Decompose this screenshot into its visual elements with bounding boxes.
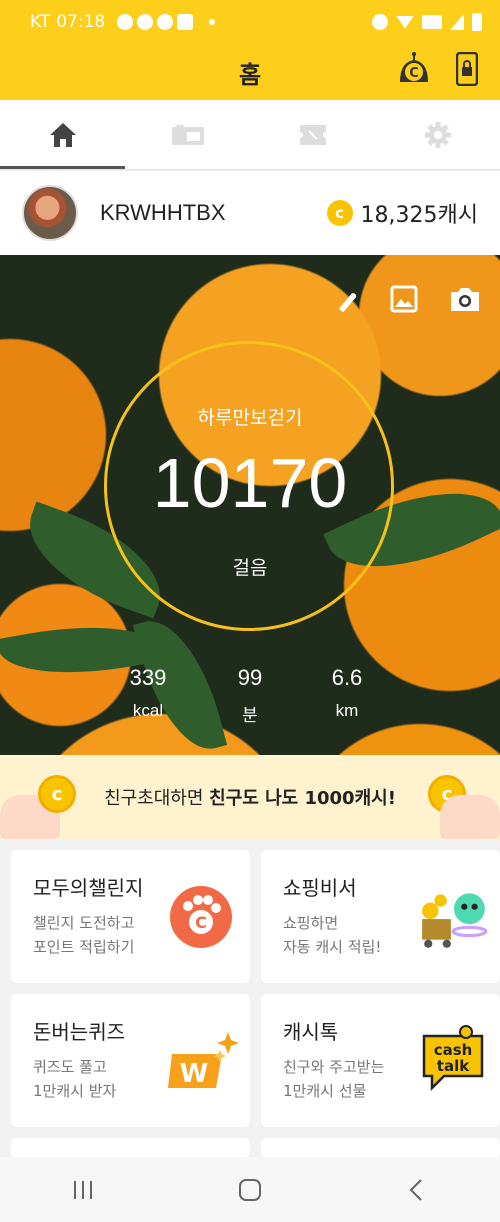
stat-unit: km	[335, 701, 359, 720]
step-count: 10170	[152, 444, 348, 522]
cash-amount: 18,325캐시	[360, 203, 478, 228]
stat-value: 6.6	[331, 665, 363, 690]
invite-text-bold: 친구도 나도 1000캐시!	[209, 788, 396, 809]
card-shopping[interactable]: 쇼핑비서 쇼핑하면 자동 캐시 적립!	[261, 850, 500, 983]
signal-icon	[450, 14, 464, 30]
cashtalk-logo-icon: cash talk	[422, 1025, 484, 1092]
profile-row[interactable]: KRWHHTBX c 18,325캐시	[0, 171, 500, 255]
svg-text:C: C	[195, 913, 207, 932]
stat-value: 339	[129, 665, 167, 690]
notification-icons	[117, 14, 194, 30]
more-dot-icon	[209, 19, 216, 25]
invite-banner[interactable]: c 친구초대하면 친구도 나도 1000캐시! c	[0, 755, 500, 839]
facebook-icon	[117, 14, 134, 30]
invite-text-plain: 친구초대하면	[104, 788, 210, 809]
gear-icon	[424, 121, 451, 148]
chat-icon	[157, 14, 174, 30]
battery-icon	[472, 13, 482, 31]
shopping-cart-character-icon	[422, 893, 488, 948]
svg-text:W: W	[180, 1059, 209, 1089]
page-title: 홈	[238, 60, 262, 89]
system-nav-bar	[0, 1157, 500, 1222]
card-partial[interactable]	[261, 1138, 500, 1158]
pedometer-hero: 하루만보걷기 10170 걸음 339 kcal 99 분 6.6 km	[0, 255, 500, 755]
tab-bar	[0, 100, 500, 170]
step-unit: 걸음	[232, 557, 268, 579]
avatar[interactable]	[22, 185, 78, 241]
paw-coin-icon: C	[170, 886, 232, 948]
cash-character-icon[interactable]: C	[396, 52, 432, 86]
coupon-icon	[171, 123, 204, 145]
wifi-icon	[396, 15, 414, 29]
grid-icon	[177, 14, 194, 30]
status-bar: KT 07:18	[0, 0, 500, 44]
hand-illustration	[440, 795, 500, 839]
home-icon	[49, 122, 76, 147]
pedometer-label: 하루만보걷기	[197, 407, 303, 429]
back-icon[interactable]	[405, 1178, 429, 1202]
stat-value: 99	[237, 665, 263, 690]
card-partial[interactable]	[11, 1138, 250, 1158]
card-cashtalk[interactable]: 캐시톡 친구와 주고받는 1만캐시 선물 cash talk	[261, 994, 500, 1127]
app-header: 홈 C	[0, 44, 500, 100]
stat-calories: 339 kcal	[108, 665, 188, 721]
tab-home[interactable]	[0, 100, 125, 169]
stat-distance: 6.6 km	[307, 665, 387, 721]
cash-balance[interactable]: c 18,325캐시	[326, 197, 478, 229]
card-challenge[interactable]: 모두의챌린지 챌린지 도전하고 포인트 적립하기 C	[11, 850, 250, 983]
home-button-icon[interactable]	[238, 1178, 262, 1202]
stat-minutes: 99 분	[210, 665, 290, 726]
won-sparkle-icon: W	[168, 1032, 239, 1089]
alarm-icon	[372, 14, 388, 30]
carrier-label: KT	[30, 12, 51, 32]
stat-unit: 분	[242, 706, 258, 725]
username: KRWHHTBX	[100, 200, 226, 225]
tab-ticket[interactable]	[250, 100, 375, 169]
image-icon[interactable]	[390, 285, 418, 313]
tab-coupon[interactable]	[125, 100, 250, 169]
logo-text: talk	[437, 1057, 470, 1075]
facebook-icon	[137, 14, 154, 30]
ticket-icon	[299, 124, 326, 145]
stat-unit: kcal	[132, 701, 164, 720]
volte-icon	[422, 15, 442, 29]
recents-icon[interactable]	[71, 1178, 95, 1202]
tab-settings[interactable]	[375, 100, 500, 169]
brush-icon[interactable]	[334, 286, 360, 312]
invite-text: 친구초대하면 친구도 나도 1000캐시!	[104, 784, 396, 810]
svg-text:C: C	[409, 66, 419, 81]
camera-icon[interactable]	[448, 285, 482, 313]
lock-screen-icon[interactable]	[456, 52, 478, 86]
coin-icon: c	[326, 200, 353, 226]
coin-icon: c	[38, 775, 76, 813]
card-quiz[interactable]: 돈버는퀴즈 퀴즈도 풀고 1만캐시 받자 W	[11, 994, 250, 1127]
clock: 07:18	[56, 12, 106, 32]
